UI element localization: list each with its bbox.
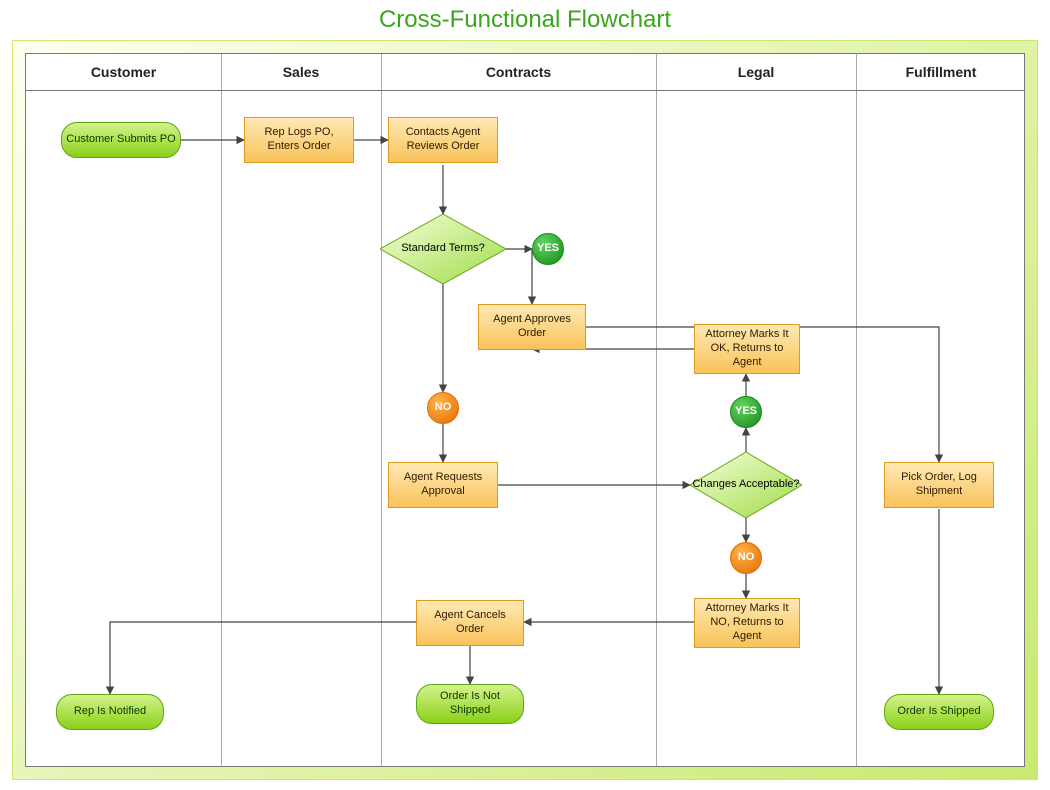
process-agent-cancels: Agent Cancels Order — [416, 600, 524, 646]
process-pick-order: Pick Order, Log Shipment — [884, 462, 994, 508]
yes-badge: YES — [730, 396, 762, 428]
process-contacts-agent: Contacts Agent Reviews Order — [388, 117, 498, 163]
connectors — [26, 54, 1026, 768]
lane-header-customer: Customer — [26, 54, 221, 90]
lane-divider — [221, 54, 222, 766]
process-attorney-no: Attorney Marks It NO, Returns to Agent — [694, 598, 800, 648]
terminator-order-shipped: Order Is Shipped — [884, 694, 994, 730]
terminator-rep-notified: Rep Is Notified — [56, 694, 164, 730]
lane-header-sales: Sales — [221, 54, 381, 90]
chart-title: Cross-Functional Flowchart — [0, 6, 1050, 34]
header-divider — [26, 90, 1024, 91]
decision-label: Changes Acceptable? — [692, 478, 799, 492]
lane-divider — [381, 54, 382, 766]
lane-divider — [856, 54, 857, 766]
lane-header-legal: Legal — [656, 54, 856, 90]
decision-label: Standard Terms? — [401, 242, 485, 256]
chart-frame: Customer Sales Contracts Legal Fulfillme… — [12, 40, 1038, 780]
process-agent-requests: Agent Requests Approval — [388, 462, 498, 508]
terminator-customer-submits: Customer Submits PO — [61, 122, 181, 158]
yes-badge: YES — [532, 233, 564, 265]
lane-header-fulfillment: Fulfillment — [856, 54, 1026, 90]
no-badge: NO — [730, 542, 762, 574]
process-attorney-ok: Attorney Marks It OK, Returns to Agent — [694, 324, 800, 374]
process-agent-approves: Agent Approves Order — [478, 304, 586, 350]
decision-changes-acceptable: Changes Acceptable? — [690, 452, 802, 518]
no-badge: NO — [427, 392, 459, 424]
swimlane-container: Customer Sales Contracts Legal Fulfillme… — [25, 53, 1025, 767]
process-rep-logs: Rep Logs PO, Enters Order — [244, 117, 354, 163]
terminator-not-shipped: Order Is Not Shipped — [416, 684, 524, 724]
decision-standard-terms: Standard Terms? — [380, 214, 506, 284]
lane-divider — [656, 54, 657, 766]
lane-header-contracts: Contracts — [381, 54, 656, 90]
